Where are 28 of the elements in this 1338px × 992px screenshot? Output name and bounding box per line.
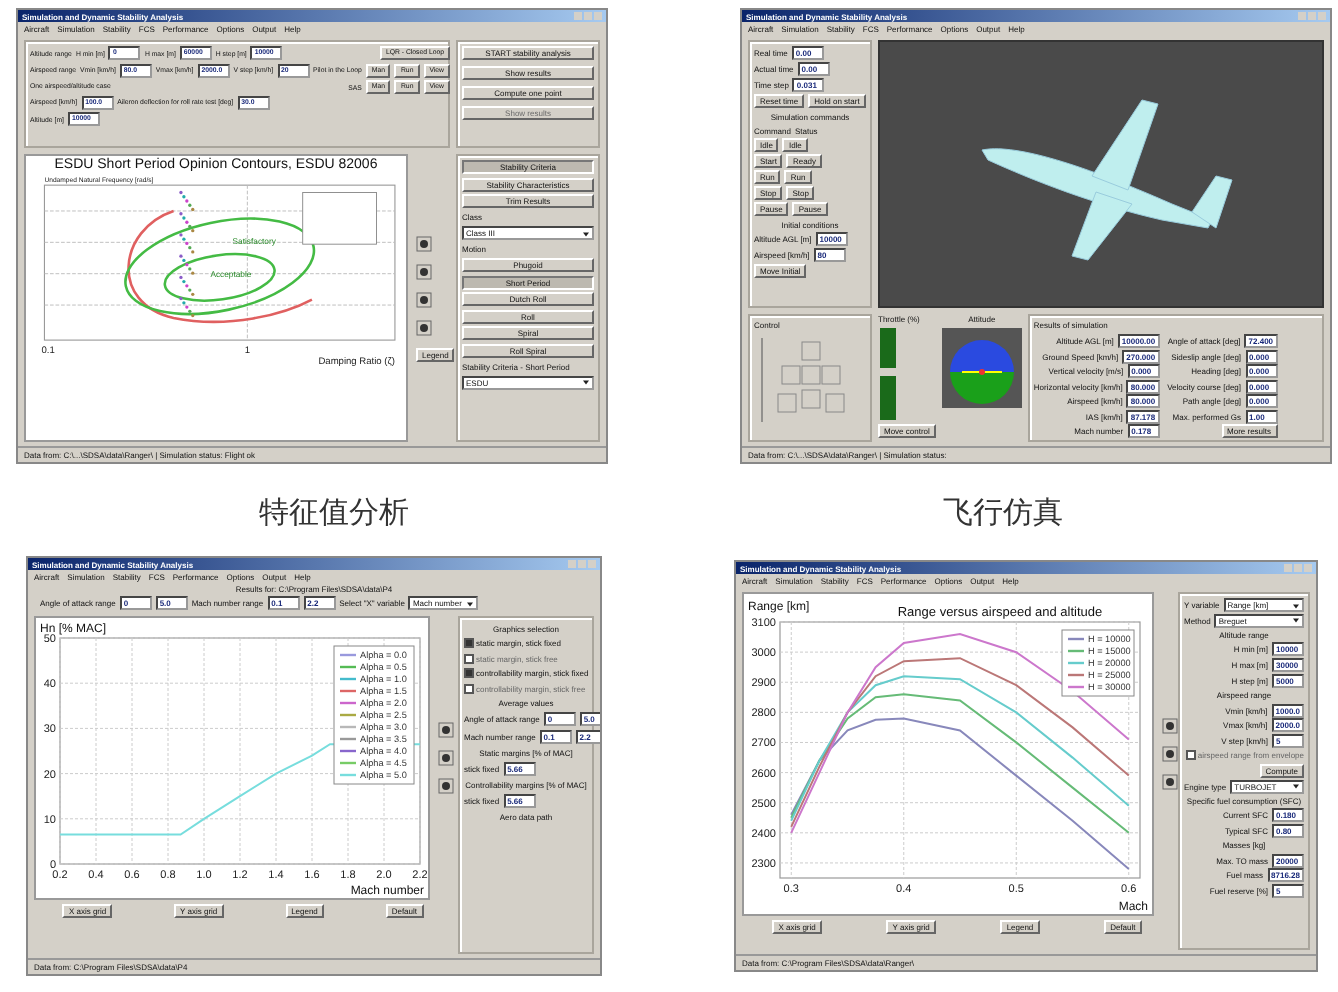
checkbox[interactable] xyxy=(464,683,474,693)
zoom-button-icon[interactable] xyxy=(416,263,432,279)
legend-box xyxy=(302,192,377,245)
zoom-button-icon[interactable] xyxy=(1162,774,1178,790)
zoom-button-icon[interactable] xyxy=(1162,718,1178,734)
chart-legend xyxy=(1061,629,1135,697)
satisfactory-contour xyxy=(163,252,276,302)
caret-icon xyxy=(1292,782,1300,791)
checkbox[interactable] xyxy=(464,638,474,648)
caret-icon xyxy=(582,229,590,237)
caret-icon xyxy=(582,378,590,386)
caret-icon xyxy=(465,599,474,607)
checkbox[interactable] xyxy=(464,668,474,678)
data-points xyxy=(179,190,195,318)
throttle-bar-drawing xyxy=(878,328,898,420)
zoom-button-icon[interactable] xyxy=(438,722,454,738)
chart-legend xyxy=(333,645,415,785)
zoom-button-icon[interactable] xyxy=(438,778,454,794)
zoom-button-icon[interactable] xyxy=(1162,746,1178,762)
zoom-button-icon[interactable] xyxy=(416,319,432,335)
image-caption: 飞行仿真 xyxy=(943,493,1063,531)
zoom-button-icon[interactable] xyxy=(438,750,454,766)
zoom-button-icon[interactable] xyxy=(416,235,432,251)
checkbox[interactable] xyxy=(1185,750,1196,761)
checkbox[interactable] xyxy=(464,653,474,663)
zoom-button-icon[interactable] xyxy=(416,291,432,307)
attitude-indicator-drawing xyxy=(941,328,1022,408)
image-caption: 特征值分析 xyxy=(259,493,409,531)
